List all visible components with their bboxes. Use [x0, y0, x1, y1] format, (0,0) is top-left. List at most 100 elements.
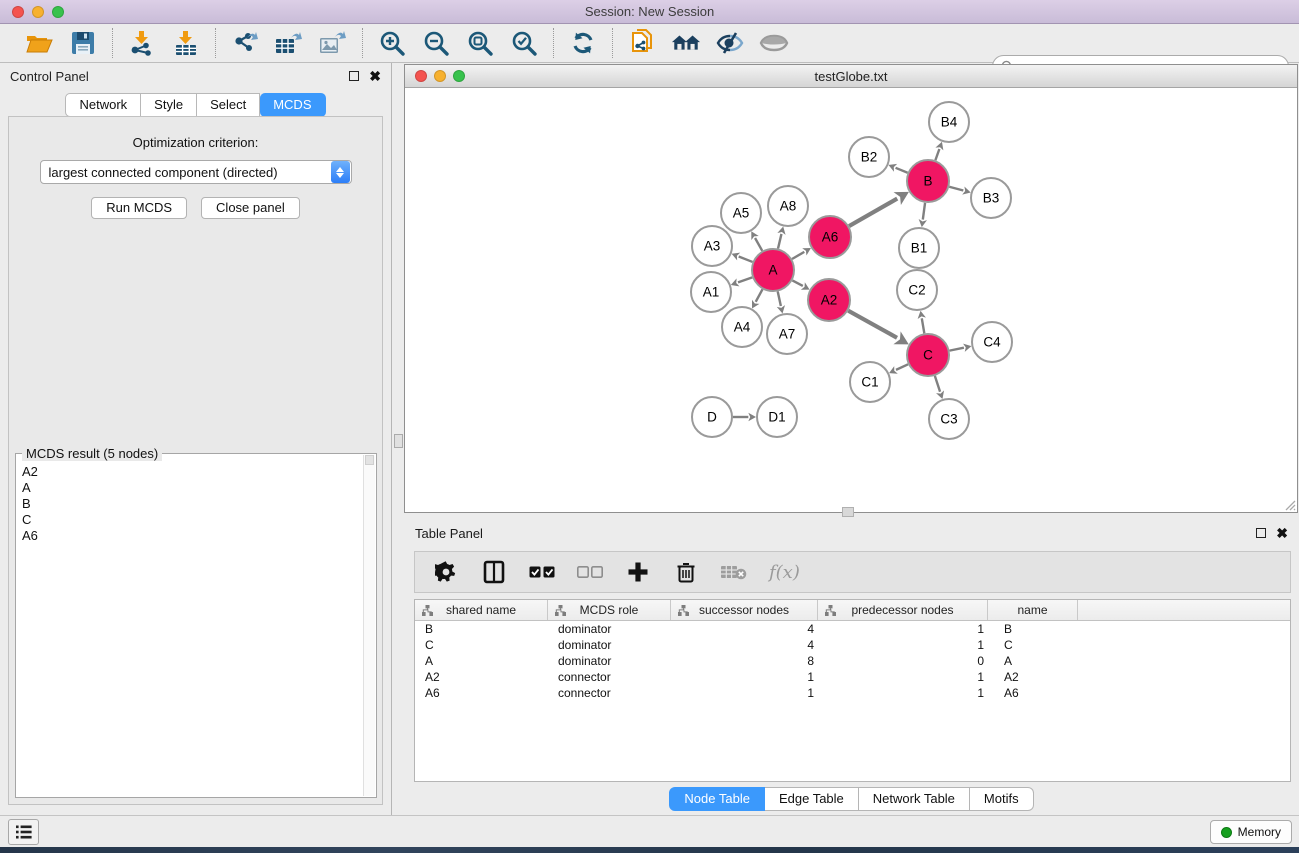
run-mcds-button[interactable]: Run MCDS [91, 197, 187, 219]
graph-node-A6[interactable]: A6 [809, 216, 851, 258]
graph-node-A2[interactable]: A2 [808, 279, 850, 321]
table-cell: dominator [548, 654, 671, 668]
graph-node-A[interactable]: A [752, 249, 794, 291]
result-scrollbar[interactable] [363, 455, 375, 796]
network-window-titlebar[interactable]: testGlobe.txt [405, 65, 1297, 88]
graph-edge-A-A2[interactable] [792, 280, 802, 286]
graph-node-C3[interactable]: C3 [929, 399, 969, 439]
graph-edge-A-A3[interactable] [739, 257, 753, 262]
graph-edge-B-B4[interactable] [935, 149, 939, 160]
graph-edge-B-B2[interactable] [896, 168, 908, 173]
criterion-select[interactable]: largest connected component (directed) [40, 160, 352, 184]
table-tab-edge-table[interactable]: Edge Table [765, 787, 859, 811]
table-row[interactable]: Bdominator41B [415, 621, 1290, 637]
column-header-shared-name[interactable]: shared name [415, 600, 548, 620]
control-tab-select[interactable]: Select [197, 93, 260, 117]
control-tab-style[interactable]: Style [141, 93, 197, 117]
graph-edge-A-A4[interactable] [756, 289, 763, 301]
export-table-icon[interactable] [274, 28, 304, 58]
control-tab-mcds[interactable]: MCDS [260, 93, 325, 117]
close-panel-button[interactable]: Close panel [201, 197, 300, 219]
select-all-columns-icon[interactable] [529, 559, 555, 585]
graph-node-B3[interactable]: B3 [971, 178, 1011, 218]
network-canvas[interactable]: B4 B2 B B3 A8A5 A6 A3 B1 A A1 C2 A2 A4A7 C4 C C1 C3 D D1 [405, 88, 1297, 512]
graph-edge-A2-C[interactable] [848, 311, 897, 338]
memory-button[interactable]: Memory [1210, 820, 1292, 844]
table-settings-gear-icon[interactable] [433, 559, 459, 585]
graph-node-B[interactable]: B [907, 160, 949, 202]
unselect-all-columns-icon[interactable] [577, 559, 603, 585]
table-row[interactable]: Adominator80A [415, 653, 1290, 669]
save-session-icon[interactable] [68, 28, 98, 58]
window-resize-grip[interactable] [1282, 497, 1296, 511]
zoom-out-icon[interactable] [421, 28, 451, 58]
column-header-name[interactable]: name [988, 600, 1078, 620]
graph-node-A7[interactable]: A7 [767, 314, 807, 354]
zoom-selected-icon[interactable] [509, 28, 539, 58]
eye-icon[interactable] [759, 28, 789, 58]
graph-node-C1[interactable]: C1 [850, 362, 890, 402]
delete-table-icon[interactable] [721, 559, 747, 585]
table-tab-node-table[interactable]: Node Table [669, 787, 765, 811]
graph-node-D1[interactable]: D1 [757, 397, 797, 437]
table-row[interactable]: A6connector11A6 [415, 685, 1290, 701]
graph-node-A4[interactable]: A4 [722, 307, 762, 347]
graph-edge-C-C1[interactable] [896, 364, 908, 370]
home-icon[interactable] [671, 28, 701, 58]
open-file-icon[interactable] [24, 28, 54, 58]
hide-show-eye-icon[interactable] [715, 28, 745, 58]
graph-node-A1[interactable]: A1 [691, 272, 731, 312]
graph-edge-A-A6[interactable] [792, 252, 804, 259]
horizontal-split-grip[interactable] [842, 507, 854, 517]
graph-node-A3[interactable]: A3 [692, 226, 732, 266]
export-network-icon[interactable] [230, 28, 260, 58]
graph-node-D[interactable]: D [692, 397, 732, 437]
float-table-panel-icon[interactable] [1256, 528, 1266, 538]
column-header-successor-nodes[interactable]: successor nodes [671, 600, 818, 620]
graph-node-C[interactable]: C [907, 334, 949, 376]
graph-edge-C-C4[interactable] [950, 348, 964, 351]
task-history-button[interactable] [8, 819, 39, 845]
graph-edge-C-C2[interactable] [922, 318, 925, 333]
graph-node-B2[interactable]: B2 [849, 137, 889, 177]
table-cell: dominator [548, 622, 671, 636]
table-tab-motifs[interactable]: Motifs [970, 787, 1034, 811]
zoom-in-icon[interactable] [377, 28, 407, 58]
column-header-MCDS-role[interactable]: MCDS role [548, 600, 671, 620]
graph-edge-B-B1[interactable] [923, 203, 925, 220]
column-header-predecessor-nodes[interactable]: predecessor nodes [818, 600, 988, 620]
graph-edge-A6-B[interactable] [849, 199, 897, 227]
float-panel-icon[interactable] [349, 71, 359, 81]
graph-node-A8[interactable]: A8 [768, 186, 808, 226]
close-panel-icon[interactable]: ✖ [369, 71, 381, 81]
export-image-icon[interactable] [318, 28, 348, 58]
table-tab-network-table[interactable]: Network Table [859, 787, 970, 811]
graph-edge-A-A5[interactable] [755, 238, 762, 251]
zoom-fit-icon[interactable] [465, 28, 495, 58]
table-tabs: Node TableEdge TableNetwork TableMotifs [404, 787, 1299, 811]
refresh-icon[interactable] [568, 28, 598, 58]
table-cell: 8 [671, 654, 818, 668]
graph-edge-B-B3[interactable] [949, 187, 963, 191]
graph-edge-A-A8[interactable] [778, 234, 781, 249]
graph-node-A5[interactable]: A5 [721, 193, 761, 233]
table-row[interactable]: Cdominator41C [415, 637, 1290, 653]
close-table-panel-icon[interactable]: ✖ [1276, 528, 1288, 538]
graph-node-C4[interactable]: C4 [972, 322, 1012, 362]
show-columns-icon[interactable] [481, 559, 507, 585]
import-table-icon[interactable] [171, 28, 201, 58]
clone-network-icon[interactable] [627, 28, 657, 58]
control-tab-network[interactable]: Network [65, 93, 141, 117]
vertical-split-grip[interactable] [394, 434, 403, 448]
graph-node-B1[interactable]: B1 [899, 228, 939, 268]
graph-edge-A-A1[interactable] [738, 277, 752, 282]
graph-node-B4[interactable]: B4 [929, 102, 969, 142]
create-column-plus-icon[interactable] [625, 559, 651, 585]
delete-column-trash-icon[interactable] [673, 559, 699, 585]
table-cell: A6 [988, 686, 1078, 700]
graph-node-C2[interactable]: C2 [897, 270, 937, 310]
import-network-icon[interactable] [127, 28, 157, 58]
table-row[interactable]: A2connector11A2 [415, 669, 1290, 685]
graph-edge-C-C3[interactable] [935, 376, 940, 392]
graph-edge-A-A7[interactable] [778, 291, 781, 305]
